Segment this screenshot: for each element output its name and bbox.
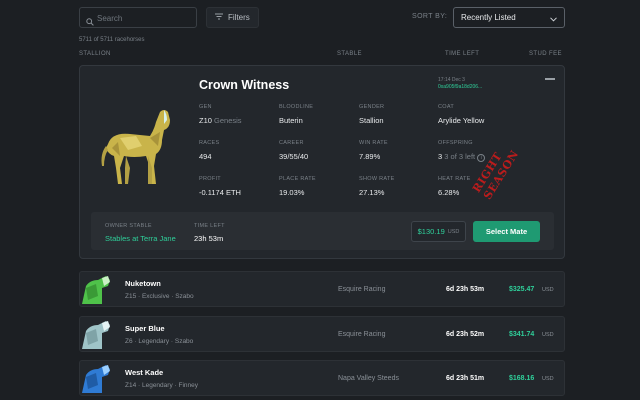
row-horse-name: West Kade xyxy=(125,368,164,377)
stat-label: SHOW RATE xyxy=(359,176,395,182)
stat-gen: GEN Z10 Genesis xyxy=(199,104,277,125)
stat-label: PROFIT xyxy=(199,176,221,182)
stat-value: Buterin xyxy=(279,116,303,125)
row-stable: Esquire Racing xyxy=(338,331,386,338)
owner-stable-label: OWNER STABLE xyxy=(105,223,152,229)
stat-value: Stallion xyxy=(359,116,384,125)
horse-thumbnail xyxy=(80,274,114,306)
stat-value: Z10 Genesis xyxy=(199,116,242,125)
row-time-left: 6d 23h 53m xyxy=(446,286,485,293)
result-count: 5711 of 5711 racehorses xyxy=(79,37,145,43)
row-stud-fee: $341.74 xyxy=(509,331,535,338)
owner-stable-link[interactable]: Stables at Terra Jane xyxy=(105,234,176,243)
filters-button[interactable]: Filters xyxy=(206,7,259,28)
stat-label: COAT xyxy=(438,104,455,110)
stat-value: 19.03% xyxy=(279,188,305,197)
stat-career: CAREER 39/55/40 xyxy=(279,140,357,161)
stat-show-rate: SHOW RATE 27.13% xyxy=(359,176,437,197)
stat-value: -0.1174 ETH xyxy=(199,188,241,197)
row-currency: USD xyxy=(542,287,554,293)
row-stud-fee: $168.16 xyxy=(509,375,535,382)
horse-image xyxy=(90,106,182,190)
listing-timestamp: 17:14 Dec 3 xyxy=(438,77,465,83)
stat-place-rate: PLACE RATE 19.03% xyxy=(279,176,357,197)
stat-profit: PROFIT -0.1174 ETH xyxy=(199,176,277,197)
stat-win-rate: WIN RATE 7.89% xyxy=(359,140,437,161)
owner-panel: OWNER STABLE Stables at Terra Jane TIME … xyxy=(91,212,554,250)
stat-label: WIN RATE xyxy=(359,140,388,146)
sort-by-label: SORT BY: xyxy=(412,13,448,20)
filters-label: Filters xyxy=(228,13,250,22)
stat-coat: COAT Arylide Yellow xyxy=(438,104,516,125)
search-input[interactable] xyxy=(97,11,193,25)
toolbar: Filters SORT BY: Recently Listed xyxy=(79,7,565,29)
horse-thumbnail xyxy=(80,363,114,395)
stat-bloodline: BLOODLINE Buterin xyxy=(279,104,357,125)
row-time-left: 6d 23h 51m xyxy=(446,375,485,382)
row-stable: Napa Valley Steeds xyxy=(338,375,399,382)
row-horse-name: Super Blue xyxy=(125,324,165,333)
col-header-stable[interactable]: STABLE xyxy=(337,51,362,57)
stat-value: 27.13% xyxy=(359,188,385,197)
stud-fee-price: $130.19 USD xyxy=(411,221,466,242)
horse-name: Crown Witness xyxy=(199,78,290,92)
col-header-time-left[interactable]: TIME LEFT xyxy=(445,51,479,57)
select-mate-button[interactable]: Select Mate xyxy=(473,221,540,242)
stat-value: 39/55/40 xyxy=(279,152,309,161)
stat-gender: GENDER Stallion xyxy=(359,104,437,125)
stat-races: RACES 494 xyxy=(199,140,277,161)
col-header-stud-fee[interactable]: STUD FEE xyxy=(529,51,562,57)
row-horse-details: Z15 · Exclusive · Szabo xyxy=(125,293,194,300)
stat-label: GENDER xyxy=(359,104,385,110)
transaction-hash-link[interactable]: 0xa905f9a18d206... xyxy=(438,84,482,90)
col-header-stallion[interactable]: STALLION xyxy=(79,51,111,57)
price-value: $130.19 xyxy=(417,227,445,236)
row-time-left: 6d 23h 52m xyxy=(446,331,485,338)
stat-value: 7.89% xyxy=(359,152,381,161)
stat-label: PLACE RATE xyxy=(279,176,316,182)
row-stud-fee: $325.47 xyxy=(509,286,535,293)
sort-select[interactable]: Recently Listed xyxy=(453,7,565,28)
stat-label: GEN xyxy=(199,104,212,110)
expanded-horse-card: Crown Witness 17:14 Dec 3 0xa905f9a18d20… xyxy=(79,65,565,259)
horse-row[interactable]: Super Blue Z6 · Legendary · Szabo Esquir… xyxy=(79,316,565,352)
stat-label: RACES xyxy=(199,140,220,146)
row-currency: USD xyxy=(542,332,554,338)
row-currency: USD xyxy=(542,376,554,382)
sort-selected-value: Recently Listed xyxy=(461,13,516,22)
horse-row[interactable]: West Kade Z14 · Legendary · Finney Napa … xyxy=(79,360,565,396)
stat-value: 494 xyxy=(199,152,212,161)
info-icon[interactable]: i xyxy=(477,154,486,162)
time-left-value: 23h 53m xyxy=(194,234,224,243)
search-box[interactable] xyxy=(79,7,197,28)
price-currency: USD xyxy=(447,228,460,235)
collapse-icon[interactable] xyxy=(545,78,555,80)
row-horse-details: Z14 · Legendary · Finney xyxy=(125,382,198,389)
filter-icon xyxy=(215,13,223,22)
row-horse-name: Nuketown xyxy=(125,279,161,288)
search-icon xyxy=(86,13,94,31)
stat-label: BLOODLINE xyxy=(279,104,314,110)
chevron-down-icon xyxy=(550,15,557,24)
row-horse-details: Z6 · Legendary · Szabo xyxy=(125,338,194,345)
row-stable: Esquire Racing xyxy=(338,286,386,293)
time-left-label: TIME LEFT xyxy=(194,223,225,229)
horse-row[interactable]: Nuketown Z15 · Exclusive · Szabo Esquire… xyxy=(79,271,565,307)
horse-thumbnail xyxy=(80,319,114,351)
stat-value: Arylide Yellow xyxy=(438,116,485,125)
stat-label: CAREER xyxy=(279,140,304,146)
